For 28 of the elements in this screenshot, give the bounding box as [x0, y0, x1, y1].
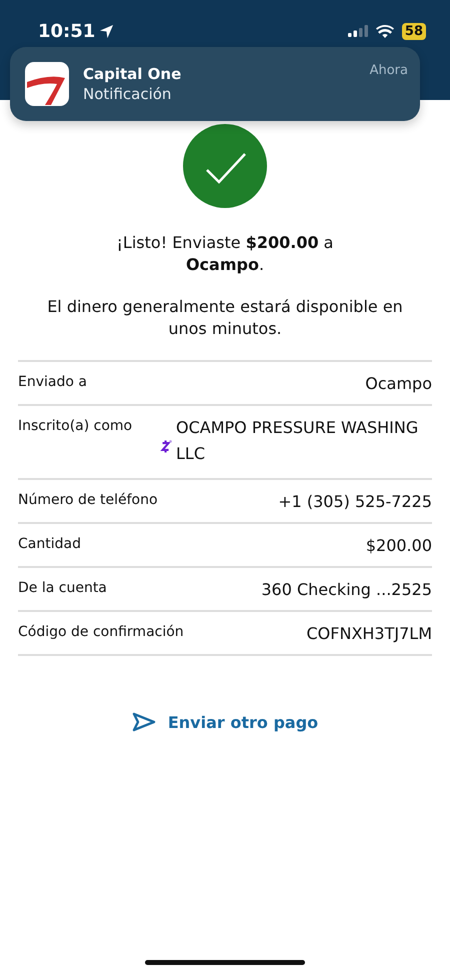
notification-text: Notificación: [83, 85, 172, 103]
signal-icon: [348, 25, 368, 37]
detail-label: Enviado a: [18, 374, 87, 390]
detail-label: Inscrito(a) como: [18, 418, 132, 434]
detail-value: COFNXH3TJ7LM: [306, 624, 432, 643]
app-logo-icon: [25, 62, 69, 106]
success-message: ¡Listo! Enviaste $200.00 a Ocampo.: [116, 232, 334, 276]
battery-level: 58: [402, 22, 426, 40]
zelle-icon: [160, 438, 172, 455]
notification-app-name: Capital One: [83, 65, 182, 83]
detail-label: De la cuenta: [18, 580, 107, 596]
location-arrow-icon: [99, 24, 114, 38]
send-icon: [132, 712, 156, 732]
detail-value: +1 (305) 525-7225: [278, 492, 432, 511]
notification-time: Ahora: [370, 63, 408, 78]
wifi-icon: [376, 24, 394, 38]
detail-label: Cantidad: [18, 536, 81, 552]
clock-time: 10:51: [38, 20, 96, 42]
detail-value: OCAMPO PRESSURE WASHING LLC: [176, 417, 420, 465]
detail-value: Ocampo: [365, 374, 432, 393]
detail-value: $200.00: [366, 536, 432, 555]
detail-label: Número de teléfono: [18, 492, 158, 508]
detail-value: 360 Checking ...2525: [261, 580, 432, 599]
send-another-payment-button[interactable]: Enviar otro pago: [126, 706, 324, 738]
notification-banner[interactable]: Capital One Notificación Ahora: [10, 47, 420, 121]
availability-note: El dinero generalmente estará disponible en unos minutos.: [46, 296, 404, 340]
success-check-icon: [183, 124, 267, 208]
detail-label: Código de confirmación: [18, 624, 184, 640]
